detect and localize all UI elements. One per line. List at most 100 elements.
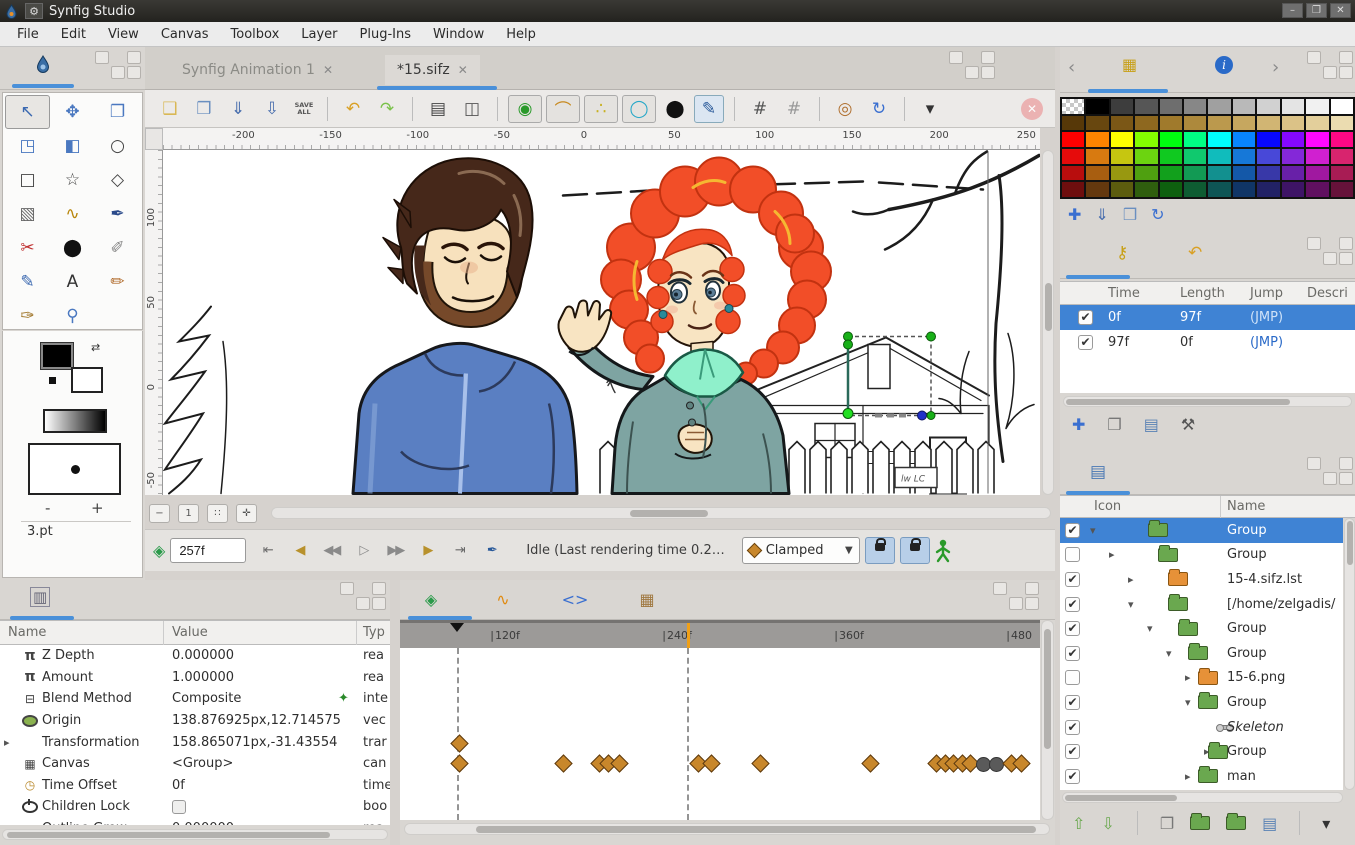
palette-color[interactable] [1135,182,1158,197]
timetrack-area[interactable] [400,648,1040,820]
palette-color[interactable] [1208,149,1231,164]
palette-color[interactable] [1330,132,1353,147]
params-tab-icon[interactable]: ▥ [30,587,51,607]
palette-color[interactable] [1135,99,1158,114]
toggle-position-handles[interactable]: ◉ [508,94,542,123]
circle-tool[interactable]: ○ [95,129,140,163]
expander-open-icon[interactable]: ▾ [1147,622,1153,635]
refresh-palette-button[interactable]: ↻ [1151,205,1164,224]
reset-colors-icon[interactable] [49,377,56,384]
palette-color[interactable] [1306,182,1329,197]
palette-color[interactable] [1257,99,1280,114]
zoom-normal-button[interactable]: 1 [178,503,199,523]
palette-color[interactable] [1159,149,1183,164]
dock-handle[interactable] [993,582,1039,616]
palette-color[interactable] [1330,182,1353,197]
param-value[interactable]: 158.865071px,-31.43554 [172,735,337,750]
palette-color[interactable] [1110,182,1134,197]
menu-edit[interactable]: Edit [50,25,97,44]
restore-button[interactable]: ❐ [1306,3,1327,18]
param-row[interactable]: π Amount 1.000000 rea [0,667,390,689]
palette-color[interactable] [1159,182,1183,197]
layer-row[interactable]: ▸ Group [1060,543,1343,568]
layer-row[interactable]: ✔ ▸ 15-4.sifz.lst [1060,567,1343,592]
palette-color[interactable] [1086,115,1109,131]
add-layer-button[interactable] [1226,813,1247,830]
quality-dropdown[interactable]: ▾ [915,95,945,123]
layer-row[interactable]: ▸ 15-6.png [1060,666,1343,691]
param-row[interactable]: Children Lock boo [0,796,390,818]
expander-open-icon[interactable]: ▾ [1185,696,1191,709]
param-row[interactable]: ▦ Canvas <Group> can [0,753,390,775]
palette-color[interactable] [1281,115,1305,131]
palette-color[interactable] [1208,132,1231,147]
layer-checkbox[interactable]: ✔ [1065,744,1080,760]
smooth-move-tool[interactable]: ✥ [50,95,95,129]
layer-checkbox[interactable] [1065,670,1080,686]
dock-handle[interactable] [95,51,141,85]
layer-checkbox[interactable] [1065,547,1080,563]
palette-color[interactable] [1062,182,1085,197]
palette-color[interactable] [1208,182,1231,197]
palette-color[interactable] [1110,99,1134,114]
time-ruler[interactable]: 120f240f360f480 [400,620,1040,648]
preview-button[interactable]: ◫ [457,95,487,123]
param-value[interactable]: <Group> [172,756,233,771]
palette-color[interactable] [1281,165,1305,181]
fill-color-swatch[interactable] [71,367,103,393]
seek-end-button[interactable]: ⇥ [443,537,475,564]
undo-button[interactable]: ↶ [338,95,368,123]
gradient-tool[interactable]: ▧ [5,197,50,231]
keyframe-checkbox[interactable]: ✔ [1078,335,1093,350]
expander-closed-icon[interactable]: ▸ [1185,770,1191,783]
palette-color[interactable] [1232,182,1256,197]
palette-color[interactable] [1110,149,1134,164]
tab-15-sifz[interactable]: *15.sifz ✕ [385,55,480,85]
palette-color[interactable] [1062,149,1085,164]
palette-color[interactable] [1306,132,1329,147]
waypoint-diamond[interactable] [861,754,880,773]
seek-next-keyframe-button[interactable]: ▶ [411,537,443,564]
keyframe-row[interactable]: ✔ 97f 0f (JMP) [1060,330,1355,355]
horizontal-ruler[interactable]: -200 -150 -100 -50 0 50 100 150 200 250 [163,128,1040,150]
add-keyframe-button[interactable]: ✚ [1072,415,1085,434]
param-value[interactable]: 0.000000 [172,821,234,825]
palette-color[interactable] [1159,132,1183,147]
waypoint-diamond[interactable] [450,734,469,753]
expander-closed-icon[interactable]: ▸ [1185,671,1191,684]
zoom-out-button[interactable]: − [149,503,170,523]
fit-canvas-button[interactable]: ∷ [207,503,228,523]
waypoint-diamond[interactable] [450,754,469,773]
duplicate-keyframe-button[interactable]: ❐ [1107,415,1121,434]
dock-handle[interactable] [1307,51,1353,85]
palette-color[interactable] [1281,99,1305,114]
tab-curves[interactable]: ∿ [488,586,518,612]
menu-help[interactable]: Help [495,25,547,44]
palette-color[interactable] [1062,99,1085,114]
palette-color[interactable] [1232,115,1256,131]
palette-color[interactable] [1159,115,1183,131]
delete-keyframe-button[interactable]: ▤ [1144,415,1159,434]
palette-color[interactable] [1086,132,1109,147]
play-button[interactable]: ▷ [347,537,379,564]
redo-button[interactable]: ↷ [372,95,402,123]
tab-library[interactable]: <> [560,586,590,612]
minimize-button[interactable]: – [1282,3,1303,18]
eyedrop-tool[interactable]: ✐ [95,231,140,265]
layer-row[interactable]: ✔ ▾ Group [1060,690,1343,715]
menu-window[interactable]: Window [422,25,495,44]
default-gradient[interactable] [43,409,107,433]
close-button[interactable]: ✕ [1330,3,1351,18]
keyframe-row[interactable]: ✔ 0f 97f (JMP) [1060,305,1355,330]
param-row[interactable]: ▩ Outline Grow 0.000000 rea [0,818,390,825]
param-value[interactable]: Composite [172,691,241,706]
tab-synfig-animation-1[interactable]: Synfig Animation 1 ✕ [170,55,345,85]
lock-future-keyframe-button[interactable] [899,537,930,564]
expander-closed-icon[interactable]: ▸ [1109,548,1115,561]
expander-open-icon[interactable]: ▾ [1090,524,1096,537]
palette-color[interactable] [1306,115,1329,131]
expander-closed-icon[interactable]: ▸ [1128,573,1134,586]
cutout-tool[interactable]: ✂ [5,231,50,265]
palette-color[interactable] [1184,165,1207,181]
palette-color[interactable] [1281,132,1305,147]
